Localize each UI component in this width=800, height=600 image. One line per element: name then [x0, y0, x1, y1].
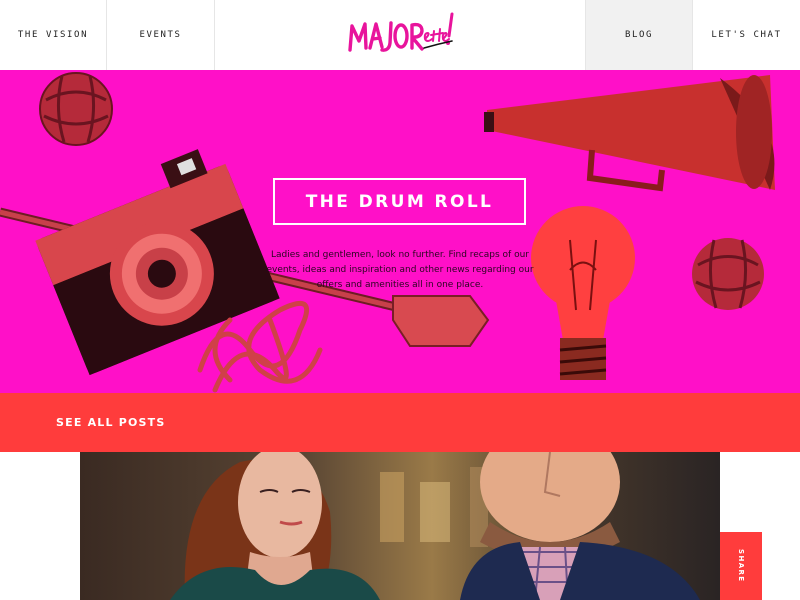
- share-button[interactable]: SHARE: [720, 532, 762, 600]
- hero-banner: THE DRUM ROLL Ladies and gentlemen, look…: [0, 70, 800, 393]
- nav-item-events[interactable]: EVENTS: [107, 0, 215, 70]
- hero-description: Ladies and gentlemen, look no further. F…: [266, 250, 534, 290]
- majorette-logo[interactable]: [342, 8, 460, 60]
- hero-title-box: THE DRUM ROLL: [273, 178, 526, 225]
- hero-title: THE DRUM ROLL: [305, 191, 494, 212]
- see-all-posts-link[interactable]: SEE ALL POSTS: [56, 393, 166, 452]
- logo-wordmark: [348, 12, 454, 52]
- megaphone-icon: [484, 75, 775, 192]
- site-header: THE VISION EVENTS BLOG LET'S CHAT: [0, 0, 800, 70]
- hero-collage-image: [0, 72, 775, 393]
- rope-knot-ball-icon: [692, 238, 764, 310]
- see-all-posts-bar[interactable]: SEE ALL POSTS: [0, 393, 800, 452]
- couple-photo-image: [80, 452, 720, 600]
- blog-post-photo[interactable]: [80, 452, 720, 600]
- nav-item-blog[interactable]: BLOG: [585, 0, 693, 70]
- nav-item-the-vision[interactable]: THE VISION: [0, 0, 107, 70]
- share-label: SHARE: [737, 549, 745, 583]
- light-bulb-icon: [531, 206, 635, 380]
- rope-knot-ball-icon: [39, 72, 113, 146]
- nav-item-lets-chat[interactable]: LET'S CHAT: [693, 0, 800, 70]
